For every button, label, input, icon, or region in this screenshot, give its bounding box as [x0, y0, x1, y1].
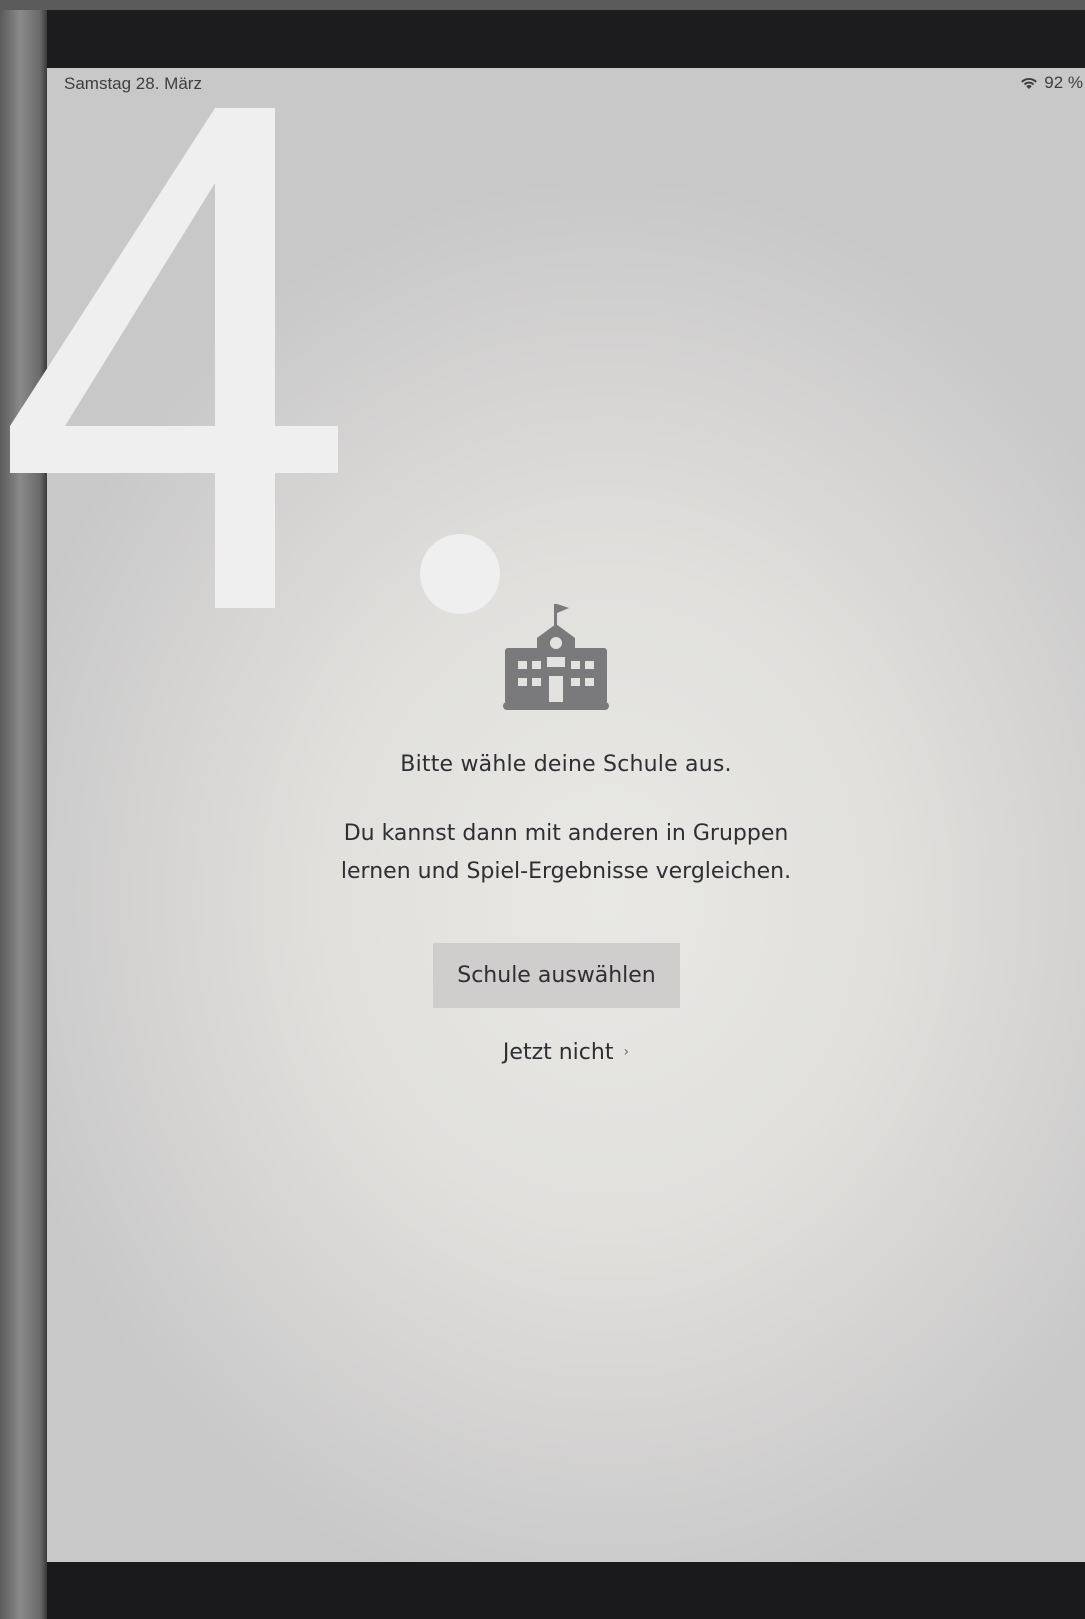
school-building-icon [503, 604, 609, 710]
step-number-overlay [10, 108, 338, 608]
wifi-icon [1020, 76, 1038, 90]
step-number-dot [420, 534, 500, 614]
description-line: Du kannst dann mit anderen in Gruppen [343, 821, 789, 846]
tablet-bezel-bottom [47, 1562, 1085, 1619]
tablet-bezel-top [47, 10, 1085, 70]
description-text: Du kannst dann mit anderen in Gruppen le… [47, 815, 1085, 891]
battery-percentage: 92 % [1044, 73, 1083, 92]
page-title: Bitte wähle deine Schule aus. [400, 752, 732, 777]
status-bar-date: Samstag 28. März [64, 74, 202, 93]
not-now-link[interactable]: Jetzt nicht › [47, 1040, 1085, 1065]
description-line: lernen und Spiel-Ergebnisse vergleichen. [340, 859, 792, 884]
photo-background [0, 0, 1085, 10]
status-bar-right: 92 % [1020, 73, 1083, 93]
chevron-right-icon: › [623, 1043, 630, 1060]
select-school-button[interactable]: Schule auswählen [433, 943, 680, 1008]
not-now-label: Jetzt nicht [502, 1040, 614, 1065]
